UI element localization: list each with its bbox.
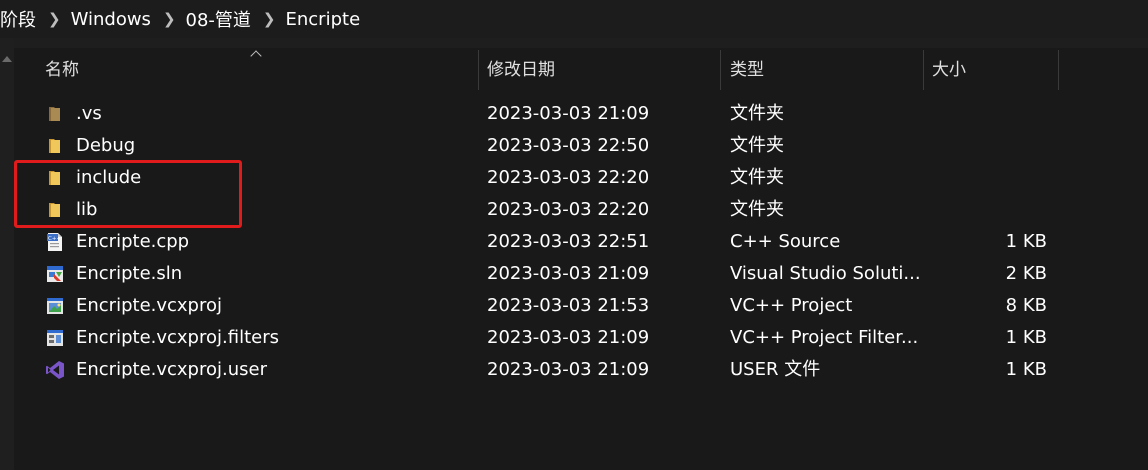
file-type: VC++ Project xyxy=(730,295,853,316)
file-name: Encripte.vcxproj xyxy=(76,295,223,316)
column-divider[interactable] xyxy=(720,50,721,90)
file-date: 2023-03-03 22:20 xyxy=(487,167,650,188)
column-header-date[interactable]: 修改日期 xyxy=(487,48,555,90)
folder-icon xyxy=(49,139,60,153)
vs-user-file-icon xyxy=(46,361,64,379)
file-list: 名称 修改日期 类型 大小 .vs 2023-03-03 21:09 文件夹 D… xyxy=(14,38,1148,470)
breadcrumb-item-stage[interactable]: 阶段 xyxy=(0,6,40,32)
sln-file-icon xyxy=(47,266,63,282)
file-date: 2023-03-03 21:09 xyxy=(487,359,650,380)
breadcrumb-item-windows[interactable]: Windows xyxy=(71,9,155,30)
file-size xyxy=(914,162,1047,194)
file-size: 1 KB xyxy=(1005,359,1047,380)
breadcrumb-item-pipe[interactable]: 08-管道 xyxy=(186,6,255,32)
file-date: 2023-03-03 21:09 xyxy=(487,103,650,124)
file-type: VC++ Project Filter... xyxy=(730,327,919,348)
scroll-up-icon[interactable] xyxy=(2,56,12,62)
file-name: Debug xyxy=(76,135,136,156)
table-row[interactable]: Encripte.vcxproj 2023-03-03 21:53 VC++ P… xyxy=(14,290,1148,322)
file-size xyxy=(914,98,1047,130)
svg-text:C++: C++ xyxy=(48,236,61,242)
file-name: lib xyxy=(76,199,98,220)
file-name: Encripte.cpp xyxy=(76,231,190,252)
table-row[interactable]: Encripte.vcxproj.filters 2023-03-03 21:0… xyxy=(14,322,1148,354)
table-row[interactable]: include 2023-03-03 22:20 文件夹 xyxy=(14,162,1148,194)
file-name: .vs xyxy=(76,103,102,124)
breadcrumb-item-encripte[interactable]: Encripte xyxy=(286,9,365,30)
sort-ascending-icon xyxy=(250,50,262,62)
filters-file-icon xyxy=(47,330,63,346)
file-size: 8 KB xyxy=(1005,295,1047,316)
column-divider[interactable] xyxy=(478,50,479,90)
column-header-size[interactable]: 大小 xyxy=(932,48,966,90)
file-size xyxy=(914,194,1047,226)
chevron-right-icon[interactable]: ❯ xyxy=(163,10,176,28)
column-divider[interactable] xyxy=(1058,50,1059,90)
folder-icon xyxy=(49,203,60,217)
vcxproj-file-icon xyxy=(47,298,63,314)
file-date: 2023-03-03 22:51 xyxy=(487,231,650,252)
table-row[interactable]: Encripte.vcxproj.user 2023-03-03 21:09 U… xyxy=(14,354,1148,386)
file-date: 2023-03-03 21:53 xyxy=(487,295,650,316)
file-date: 2023-03-03 22:50 xyxy=(487,135,650,156)
file-date: 2023-03-03 21:09 xyxy=(487,327,650,348)
file-size xyxy=(914,130,1047,162)
file-size: 1 KB xyxy=(1005,327,1047,348)
file-type: 文件夹 xyxy=(730,135,784,156)
file-type: C++ Source xyxy=(730,231,841,252)
cpp-file-icon: C++ xyxy=(47,233,62,251)
file-size: 2 KB xyxy=(1005,263,1047,284)
file-type: 文件夹 xyxy=(730,199,784,220)
breadcrumb: 阶段 ❯ Windows ❯ 08-管道 ❯ Encripte xyxy=(0,0,1148,38)
chevron-right-icon[interactable]: ❯ xyxy=(48,10,61,28)
column-header-name[interactable]: 名称 xyxy=(45,48,79,90)
column-header-type[interactable]: 类型 xyxy=(730,48,764,90)
table-row[interactable]: lib 2023-03-03 22:20 文件夹 xyxy=(14,194,1148,226)
file-name: include xyxy=(76,167,142,188)
file-type: 文件夹 xyxy=(730,167,784,188)
table-row[interactable]: Debug 2023-03-03 22:50 文件夹 xyxy=(14,130,1148,162)
folder-icon xyxy=(49,171,60,185)
file-type: 文件夹 xyxy=(730,103,784,124)
table-row[interactable]: C++ Encripte.cpp 2023-03-03 22:51 C++ So… xyxy=(14,226,1148,258)
file-date: 2023-03-03 21:09 xyxy=(487,263,650,284)
column-divider[interactable] xyxy=(923,50,924,90)
table-row[interactable]: Encripte.sln 2023-03-03 21:09 Visual Stu… xyxy=(14,258,1148,290)
file-rows: .vs 2023-03-03 21:09 文件夹 Debug 2023-03-0… xyxy=(14,98,1148,386)
chevron-right-icon[interactable]: ❯ xyxy=(263,10,276,28)
list-top-strip xyxy=(14,38,1148,48)
file-name: Encripte.vcxproj.filters xyxy=(76,327,279,348)
file-size: 1 KB xyxy=(1005,231,1047,252)
file-type: USER 文件 xyxy=(730,359,821,380)
file-name: Encripte.vcxproj.user xyxy=(76,359,267,380)
folder-dim-icon xyxy=(49,107,60,121)
file-type: Visual Studio Soluti... xyxy=(730,263,921,284)
column-header: 名称 修改日期 类型 大小 xyxy=(14,48,1148,90)
table-row[interactable]: .vs 2023-03-03 21:09 文件夹 xyxy=(14,98,1148,130)
file-name: Encripte.sln xyxy=(76,263,183,284)
navigation-pane-edge xyxy=(0,38,14,470)
file-date: 2023-03-03 22:20 xyxy=(487,199,650,220)
